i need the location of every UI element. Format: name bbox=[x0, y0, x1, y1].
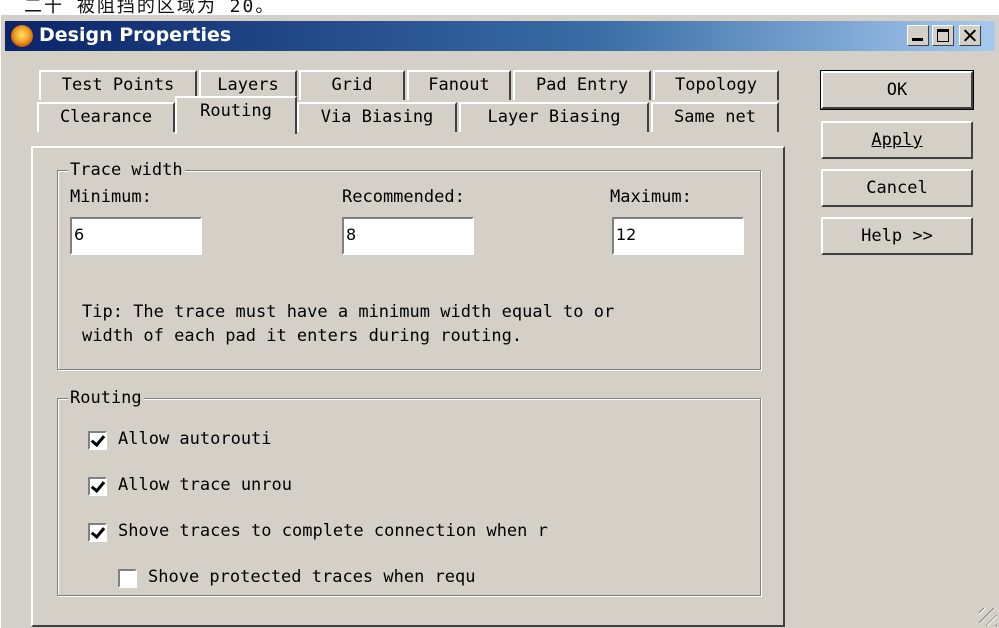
cancel-button[interactable]: Cancel bbox=[821, 169, 973, 207]
maximize-button[interactable] bbox=[932, 25, 954, 46]
routing-title: Routing bbox=[68, 388, 144, 408]
routing-group: Routing Allow autorouti Allow trace unro… bbox=[57, 388, 761, 596]
app-icon bbox=[11, 25, 33, 47]
tab-via-biasing[interactable]: Via Biasing bbox=[297, 102, 457, 132]
allow-trace-unroute-label: Allow trace unrou bbox=[118, 475, 292, 495]
ok-button[interactable]: OK bbox=[820, 70, 974, 110]
minimum-width-input[interactable]: 6 bbox=[70, 217, 202, 255]
shove-protected-traces-checkbox[interactable] bbox=[118, 569, 137, 588]
background-text: 二十 被阻挡的区域为 20。 bbox=[24, 0, 276, 14]
trace-width-group: Trace width Minimum: Recommended: Maximu… bbox=[57, 160, 761, 370]
tab-routing[interactable]: Routing bbox=[175, 96, 297, 134]
tab-clearance[interactable]: Clearance bbox=[37, 102, 175, 132]
minimum-label: Minimum: bbox=[70, 187, 152, 207]
close-button[interactable] bbox=[959, 25, 981, 46]
shove-traces-checkbox[interactable] bbox=[88, 523, 107, 542]
trace-width-title: Trace width bbox=[68, 160, 185, 180]
tab-fanout[interactable]: Fanout bbox=[407, 70, 511, 100]
apply-button-label: Apply bbox=[871, 130, 923, 150]
window-title: Design Properties bbox=[39, 24, 232, 46]
routing-tab-panel: Trace width Minimum: Recommended: Maximu… bbox=[31, 146, 785, 627]
allow-autorouting-label: Allow autorouti bbox=[118, 429, 272, 449]
tab-same-net[interactable]: Same net bbox=[651, 102, 779, 132]
maximum-width-input[interactable]: 12 bbox=[612, 217, 744, 255]
trace-width-tip: Tip: The trace must have a minimum width… bbox=[82, 302, 615, 346]
allow-trace-unroute-checkbox[interactable] bbox=[88, 477, 107, 496]
maximum-label: Maximum: bbox=[610, 187, 692, 207]
tab-topology[interactable]: Topology bbox=[653, 70, 779, 100]
background-text-strip: 二十 被阻挡的区域为 20。 bbox=[0, 0, 999, 14]
shove-traces-label: Shove traces to complete connection when… bbox=[118, 521, 548, 541]
resize-grip-icon[interactable] bbox=[979, 608, 997, 626]
shove-protected-traces-label: Shove protected traces when requ bbox=[148, 567, 476, 587]
allow-autorouting-checkbox[interactable] bbox=[88, 431, 107, 450]
design-properties-dialog: Design Properties Test Points Layers Gri… bbox=[0, 14, 999, 628]
help-button[interactable]: Help >> bbox=[821, 217, 973, 255]
apply-button[interactable]: Apply bbox=[821, 121, 973, 159]
tab-layer-biasing[interactable]: Layer Biasing bbox=[459, 102, 649, 132]
tab-pad-entry[interactable]: Pad Entry bbox=[513, 70, 651, 100]
tab-test-points[interactable]: Test Points bbox=[39, 70, 197, 100]
recommended-label: Recommended: bbox=[342, 187, 465, 207]
recommended-width-input[interactable]: 8 bbox=[342, 217, 474, 255]
minimize-button[interactable] bbox=[907, 25, 929, 46]
tab-grid[interactable]: Grid bbox=[299, 70, 405, 100]
title-bar[interactable]: Design Properties bbox=[5, 21, 995, 51]
